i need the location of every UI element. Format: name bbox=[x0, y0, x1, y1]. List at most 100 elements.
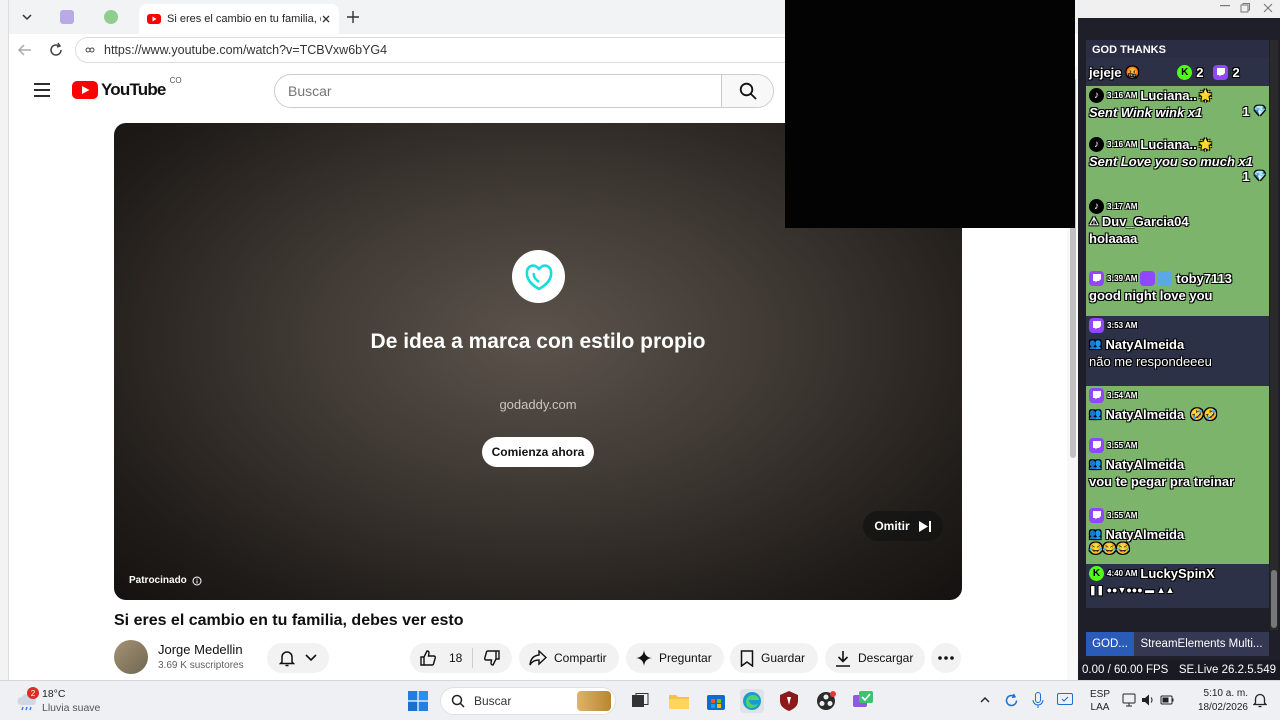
app-icon bbox=[60, 10, 74, 24]
device-icon[interactable] bbox=[1057, 693, 1073, 707]
volume-icon[interactable] bbox=[1141, 693, 1155, 707]
message-user: NatyAlmeida bbox=[1105, 457, 1185, 472]
twitch-count: 2 bbox=[1232, 64, 1240, 80]
subscriber-badge-icon bbox=[1140, 271, 1156, 286]
message-time: 3:55 AM bbox=[1107, 511, 1138, 520]
bell-icon bbox=[279, 650, 295, 666]
notification-bell-icon[interactable] bbox=[1253, 692, 1267, 708]
multichat-icon bbox=[853, 691, 873, 707]
app-button-shield[interactable] bbox=[777, 689, 801, 713]
country-code: CO bbox=[169, 76, 182, 85]
download-button[interactable]: Descargar bbox=[825, 643, 925, 673]
new-tab-button[interactable] bbox=[341, 5, 365, 29]
tab-god[interactable]: GOD... bbox=[1086, 632, 1134, 656]
info-icon[interactable] bbox=[192, 576, 202, 586]
twitch-icon bbox=[1089, 508, 1104, 523]
kick-icon: K bbox=[1089, 566, 1104, 581]
like-button[interactable]: 18 bbox=[410, 649, 472, 667]
taskbar-search[interactable]: Buscar bbox=[440, 687, 616, 715]
address-bar[interactable]: https://www.youtube.com/watch?v=TCBVxw6b… bbox=[75, 37, 795, 63]
obs-button[interactable] bbox=[814, 689, 838, 713]
site-info-icon[interactable] bbox=[84, 44, 96, 56]
weather-widget[interactable]: 2 18°C Lluvia suave bbox=[14, 687, 134, 717]
kick-count: 2 bbox=[1196, 64, 1204, 80]
chevron-up-icon[interactable] bbox=[980, 696, 990, 703]
back-arrow-icon bbox=[17, 44, 31, 56]
ad-cta-button[interactable]: Comienza ahora bbox=[482, 437, 594, 467]
edge-button[interactable] bbox=[740, 689, 764, 713]
clock[interactable]: 5:10 a. m. 18/02/2026 bbox=[1188, 687, 1248, 715]
moderator-badge-icon: ⚠ bbox=[1089, 216, 1099, 228]
message-time: 3:39 AM bbox=[1107, 274, 1138, 283]
more-actions-button[interactable] bbox=[931, 643, 961, 673]
close-icon[interactable] bbox=[1263, 3, 1273, 13]
app-version: SE.Live 26.2.5.549 bbox=[1178, 664, 1276, 676]
obs-icon bbox=[817, 691, 836, 710]
task-view-button[interactable] bbox=[628, 689, 652, 713]
share-label: Compartir bbox=[554, 651, 607, 665]
youtube-logo[interactable]: YouTube CO bbox=[72, 76, 182, 100]
menu-button[interactable] bbox=[34, 83, 50, 97]
message-time: 3:53 AM bbox=[1107, 321, 1138, 330]
dislike-button[interactable] bbox=[473, 649, 501, 667]
fps-readout: 0.00 / 60.00 FPS bbox=[1082, 664, 1169, 676]
close-icon[interactable] bbox=[321, 14, 331, 24]
message-user: Luciana.. bbox=[1140, 137, 1197, 152]
tab-pinned-2[interactable] bbox=[97, 5, 125, 29]
message-text: não me respondeeeu bbox=[1089, 354, 1212, 369]
battery-icon[interactable] bbox=[1160, 693, 1174, 707]
ask-button[interactable]: Preguntar bbox=[626, 643, 724, 673]
emoji-icon: 🤬 bbox=[1125, 66, 1140, 79]
skip-ad-button[interactable]: Omitir bbox=[863, 511, 943, 541]
chat-message: ♪ 3:16 AM Luciana.. 🌟 Sent Wink wink x1 1 💎 bbox=[1086, 86, 1269, 135]
search-input[interactable] bbox=[275, 83, 721, 99]
reload-button[interactable] bbox=[48, 42, 64, 58]
store-button[interactable] bbox=[704, 689, 728, 713]
save-button[interactable]: Guardar bbox=[730, 643, 818, 673]
app-icon bbox=[104, 10, 118, 24]
kick-icon: K bbox=[1177, 64, 1193, 80]
tab-list-button[interactable] bbox=[15, 5, 39, 29]
download-icon bbox=[836, 650, 850, 667]
language-indicator[interactable]: ESP LAA bbox=[1090, 688, 1110, 714]
tab-streamelements[interactable]: StreamElements Multi... bbox=[1134, 632, 1269, 656]
message-user: toby7113 bbox=[1176, 271, 1233, 286]
restore-icon[interactable] bbox=[1240, 3, 1250, 13]
clock-time: 5:10 a. m. bbox=[1203, 688, 1248, 699]
search-icon bbox=[451, 694, 465, 708]
message-time: 3:16 AM bbox=[1107, 140, 1138, 149]
video-title: Si eres el cambio en tu familia, debes v… bbox=[114, 612, 464, 629]
download-label: Descargar bbox=[858, 651, 914, 665]
sparkle-icon bbox=[636, 650, 652, 666]
skip-label: Omitir bbox=[874, 519, 910, 533]
chat-scrollbar-thumb[interactable] bbox=[1271, 570, 1277, 628]
tiktok-icon: ♪ bbox=[1089, 199, 1104, 214]
file-explorer-button[interactable] bbox=[667, 689, 691, 713]
minimize-icon[interactable] bbox=[1220, 5, 1230, 7]
network-icon[interactable] bbox=[1122, 693, 1136, 707]
share-button[interactable]: Compartir bbox=[519, 643, 619, 673]
tab-pinned-1[interactable] bbox=[53, 5, 81, 29]
chat-message: 3:53 AM 👥 NatyAlmeida não me respondeeeu bbox=[1086, 316, 1269, 386]
advertiser-logo[interactable] bbox=[512, 250, 565, 303]
chat-scrollbar[interactable] bbox=[1270, 40, 1278, 630]
twitch-icon bbox=[1089, 318, 1104, 333]
emoji-icon: 🤣🤣 bbox=[1190, 409, 1218, 421]
tab-active[interactable]: Si eres el cambio en tu familia, debes v… bbox=[139, 4, 339, 34]
godaddy-logo-icon bbox=[525, 263, 552, 290]
streamelements-button[interactable] bbox=[851, 689, 875, 713]
start-button[interactable] bbox=[406, 689, 430, 713]
subscriber-count: 3.69 K suscriptores bbox=[158, 660, 244, 671]
back-button[interactable] bbox=[17, 42, 33, 58]
thumbs-up-icon bbox=[420, 650, 436, 666]
task-view-icon bbox=[632, 693, 649, 707]
sync-icon[interactable] bbox=[1004, 693, 1019, 708]
channel-avatar[interactable] bbox=[114, 640, 148, 674]
channel-name[interactable]: Jorge Medellin bbox=[158, 642, 243, 657]
notification-bell-button[interactable] bbox=[267, 643, 329, 673]
microphone-icon[interactable] bbox=[1032, 692, 1044, 709]
hamburger-menu-icon bbox=[34, 83, 50, 97]
ask-label: Preguntar bbox=[659, 651, 712, 665]
search-button[interactable] bbox=[721, 75, 773, 107]
message-time: 3:16 AM bbox=[1107, 91, 1138, 100]
